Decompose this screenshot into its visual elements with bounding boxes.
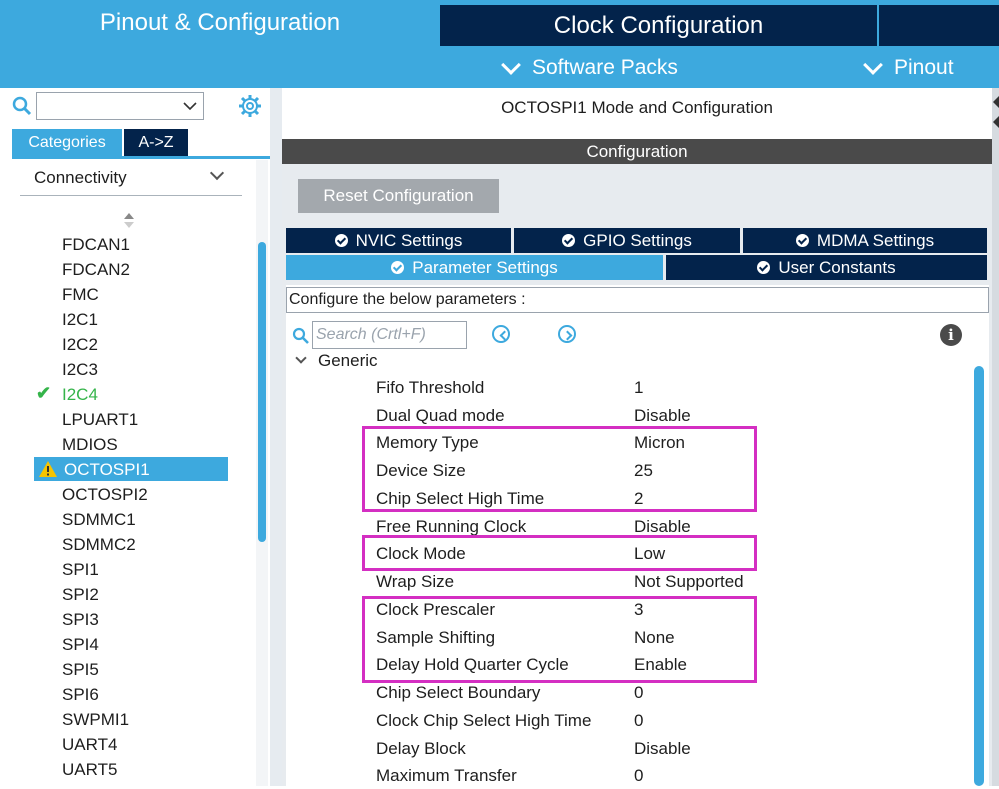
tab-nvic-settings[interactable]: NVIC Settings [286, 228, 511, 253]
tab-label: MDMA Settings [816, 230, 935, 250]
sidebar [0, 88, 270, 786]
sidebar-item-swpmi1[interactable]: SWPMI1 [62, 707, 129, 732]
check-circle-icon [757, 261, 771, 274]
param-value[interactable]: Disable [634, 736, 691, 762]
sidebar-item-lpuart1[interactable]: LPUART1 [62, 407, 138, 432]
sidebar-item-spi4[interactable]: SPI4 [62, 632, 99, 657]
sidebar-item-uart5[interactable]: UART5 [62, 757, 117, 782]
check-circle-icon [334, 234, 348, 247]
collapse-arrow-icon[interactable] [993, 96, 999, 108]
param-name: Delay Block [376, 739, 466, 758]
param-value[interactable]: Not Supported [634, 569, 744, 595]
tab-underline [12, 156, 270, 159]
warning-icon [39, 461, 57, 477]
sidebar-item-sdmmc1[interactable]: SDMMC1 [62, 507, 136, 532]
sidebar-item-i2c3[interactable]: I2C3 [62, 357, 98, 382]
sidebar-item-mdios[interactable]: MDIOS [62, 432, 118, 457]
sidebar-scrollbar[interactable] [258, 242, 266, 542]
group-generic[interactable]: Generic [318, 351, 378, 371]
sidebar-item-i2c4[interactable]: I2C4 [62, 382, 98, 407]
param-name: Clock Chip Select High Time [376, 711, 592, 730]
sidebar-item-fdcan1[interactable]: FDCAN1 [62, 232, 130, 257]
param-name: Wrap Size [376, 572, 455, 591]
mode-title: OCTOSPI1 Mode and Configuration [501, 98, 773, 117]
highlight-box [362, 596, 757, 683]
sidebar-item-spi5[interactable]: SPI5 [62, 657, 99, 682]
software-packs-menu[interactable]: Software Packs [501, 52, 678, 84]
tab-overflow[interactable] [879, 5, 999, 46]
param-name: Maximum Transfer [376, 766, 517, 785]
tab-a-to-z[interactable]: A->Z [124, 129, 188, 156]
highlight-box [362, 426, 757, 512]
sidebar-item-fmc[interactable]: FMC [62, 282, 99, 307]
pinout-label: Pinout [894, 56, 954, 79]
sidebar-item-octospi2[interactable]: OCTOSPI2 [62, 482, 148, 507]
highlight-box [362, 535, 757, 571]
sidebar-item-fdcan2[interactable]: FDCAN2 [62, 257, 130, 282]
param-value[interactable]: 0 [634, 680, 643, 706]
info-icon[interactable]: i [940, 324, 962, 346]
check-icon: ✔ [36, 383, 52, 403]
previous-result-button[interactable] [492, 325, 510, 343]
category-connectivity[interactable]: Connectivity [34, 168, 127, 188]
search-input[interactable] [36, 92, 204, 120]
search-icon[interactable] [292, 327, 310, 345]
param-name: Chip Select Boundary [376, 683, 541, 702]
sidebar-item-spi3[interactable]: SPI3 [62, 607, 99, 632]
check-circle-icon [795, 234, 809, 247]
tab-label: User Constants [778, 257, 896, 277]
tab-gpio-settings[interactable]: GPIO Settings [514, 228, 740, 253]
sort-icon[interactable] [122, 210, 136, 230]
gear-icon[interactable] [238, 94, 262, 118]
param-name: Fifo Threshold [376, 378, 485, 397]
pinout-menu[interactable]: Pinout [863, 52, 954, 84]
sidebar-item-i2c1[interactable]: I2C1 [62, 307, 98, 332]
sidebar-item-i2c2[interactable]: I2C2 [62, 332, 98, 357]
tab-label: Parameter Settings [412, 257, 558, 277]
tab-user-constants[interactable]: User Constants [666, 255, 987, 280]
tab-categories[interactable]: Categories [12, 129, 122, 156]
chevron-down-icon [863, 55, 883, 75]
parameters-scrollbar[interactable] [974, 366, 984, 786]
next-result-button[interactable] [558, 325, 576, 343]
sidebar-item-spi6[interactable]: SPI6 [62, 682, 99, 707]
chevron-down-icon[interactable] [183, 101, 197, 111]
param-value[interactable]: 0 [634, 708, 643, 734]
param-value[interactable]: 1 [634, 375, 643, 401]
configuration-header: Configuration [282, 139, 992, 164]
parameter-search-input[interactable]: Search (Crtl+F) [312, 321, 467, 349]
tab-clock-configuration[interactable]: Clock Configuration [440, 5, 877, 46]
right-collapse-strip[interactable] [992, 88, 999, 786]
sidebar-item-spi1[interactable]: SPI1 [62, 557, 99, 582]
sidebar-item-spi2[interactable]: SPI2 [62, 582, 99, 607]
sidebar-divider[interactable] [270, 88, 282, 786]
search-icon[interactable] [12, 96, 32, 116]
sidebar-item-octospi1[interactable]: OCTOSPI1 [64, 457, 150, 482]
chevron-down-icon [501, 55, 521, 75]
collapse-arrow-icon[interactable] [993, 116, 999, 128]
reset-configuration-button[interactable]: Reset Configuration [298, 179, 499, 213]
configure-label: Configure the below parameters : [286, 287, 989, 313]
sidebar-item-uart4[interactable]: UART4 [62, 732, 117, 757]
tab-mdma-settings[interactable]: MDMA Settings [743, 228, 987, 253]
divider [20, 195, 242, 196]
tab-label: NVIC Settings [355, 230, 463, 250]
tab-label: GPIO Settings [583, 230, 692, 250]
sidebar-item-sdmmc2[interactable]: SDMMC2 [62, 532, 136, 557]
chevron-left-icon [499, 330, 510, 341]
param-value[interactable]: 0 [634, 763, 643, 789]
check-circle-icon [391, 261, 405, 274]
chevron-right-icon [562, 330, 573, 341]
tab-pinout-configuration[interactable]: Pinout & Configuration [0, 0, 440, 46]
tab-parameter-settings[interactable]: Parameter Settings [286, 255, 663, 280]
software-packs-label: Software Packs [532, 56, 678, 79]
check-circle-icon [562, 234, 576, 247]
